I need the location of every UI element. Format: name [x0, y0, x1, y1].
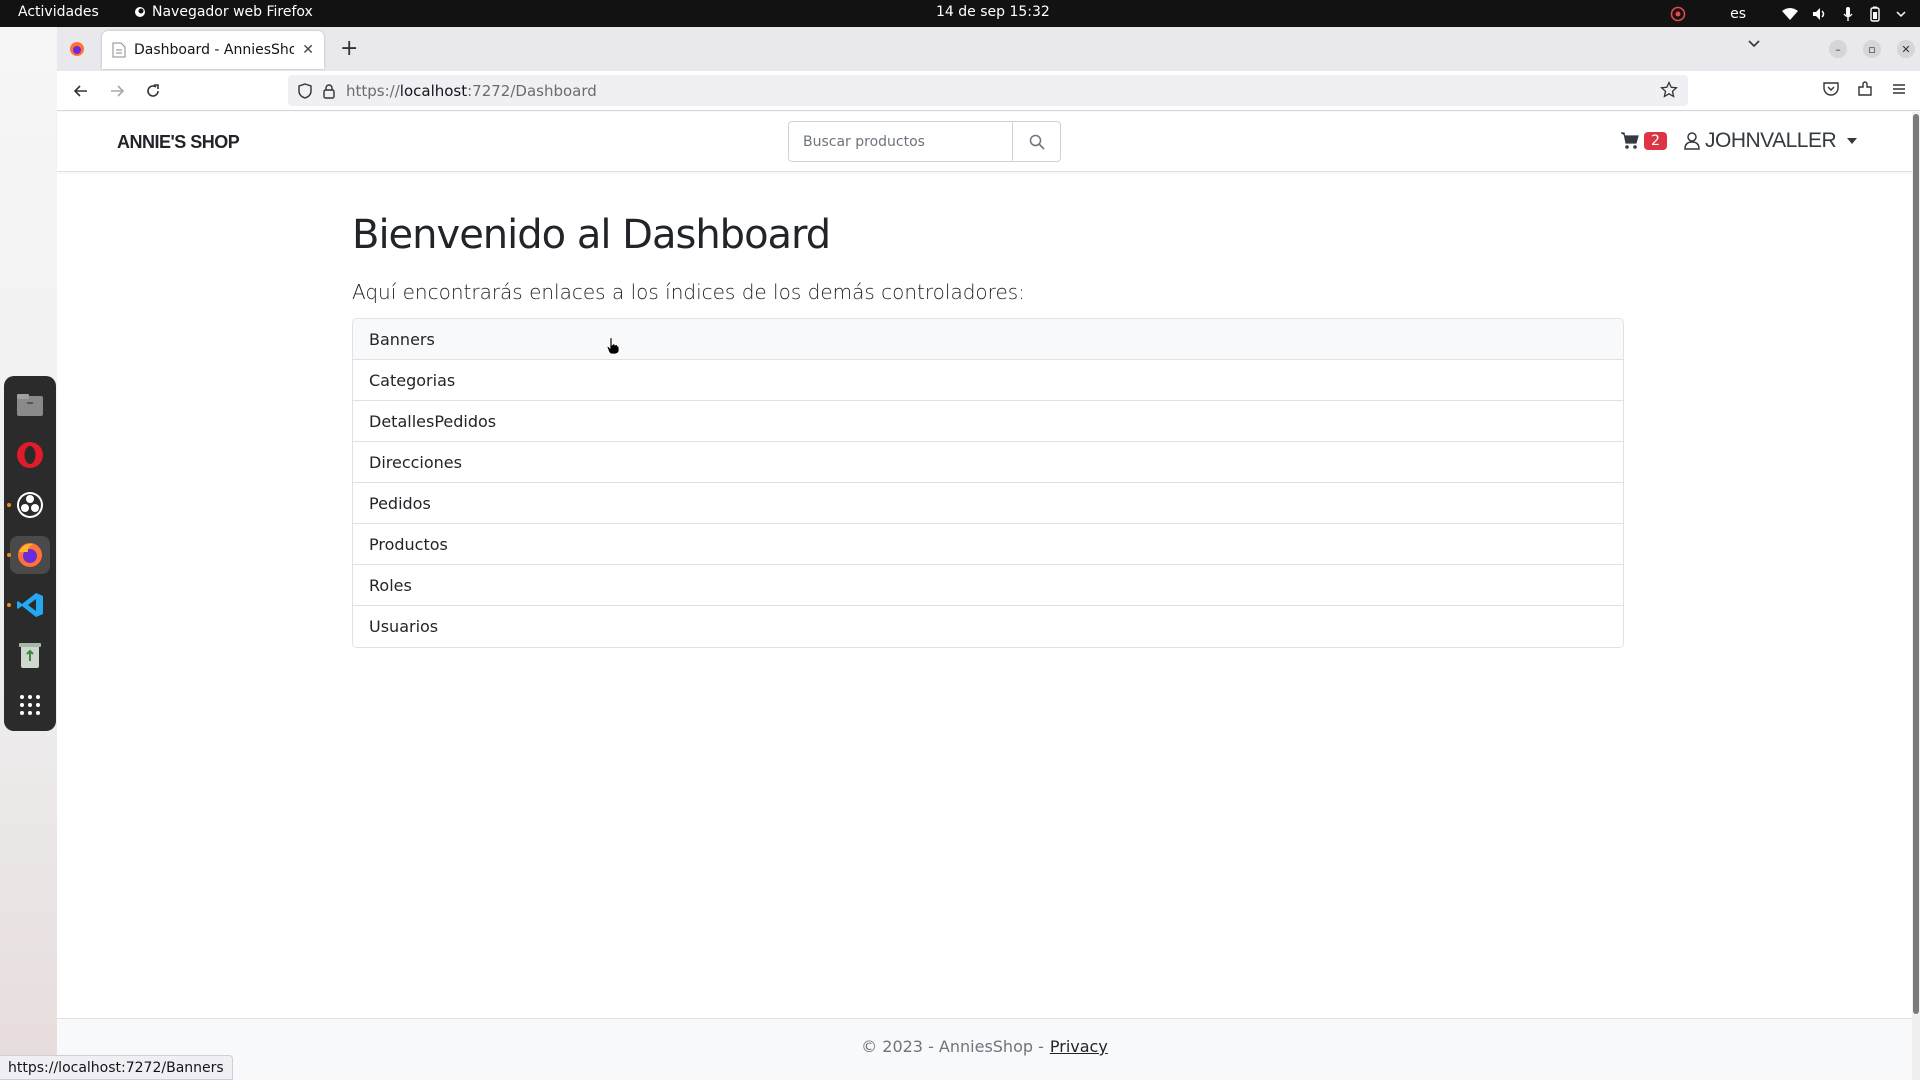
dock-firefox[interactable] [7, 536, 50, 574]
url-path: :7272/Dashboard [467, 81, 597, 100]
main-content: Bienvenido al Dashboard Aquí encontrarás… [352, 212, 1624, 648]
list-item-usuarios[interactable]: Usuarios [353, 606, 1623, 647]
tab-bar: Dashboard - AnniesShop ✕ + – ▫ ✕ [57, 27, 1920, 71]
new-tab-icon[interactable]: + [340, 36, 358, 61]
extensions-icon[interactable] [1856, 80, 1874, 98]
tab-list-chevron-icon[interactable] [1747, 37, 1761, 51]
site-footer: © 2023 - AnniesShop - Privacy [57, 1018, 1912, 1080]
tab-close-icon[interactable]: ✕ [302, 42, 314, 58]
running-indicator [7, 553, 11, 557]
url-text: https://localhost:7272/Dashboard [346, 82, 597, 100]
pocket-icon[interactable] [1822, 80, 1840, 98]
app-menu[interactable]: Navegador web Firefox [134, 4, 313, 20]
dock [4, 376, 56, 731]
firefox-small-icon [135, 7, 145, 17]
reload-icon [147, 84, 159, 97]
app-menu-label: Navegador web Firefox [152, 4, 313, 20]
url-bar[interactable]: https://localhost:7272/Dashboard [288, 75, 1688, 106]
firefox-window: Dashboard - AnniesShop ✕ + – ▫ ✕ https:/… [57, 27, 1920, 1080]
power-menu-icon [1896, 10, 1906, 17]
volume-icon [1813, 7, 1825, 20]
link-status-bar: https://localhost:7272/Banners [0, 1055, 233, 1080]
list-item-banners[interactable]: Banners [353, 319, 1623, 360]
screen-record-icon [1670, 6, 1686, 21]
page-title: Bienvenido al Dashboard [352, 212, 831, 258]
dock-vscode[interactable] [7, 586, 50, 624]
toolbar-right-icons [1822, 80, 1908, 98]
search-button[interactable] [1012, 121, 1061, 162]
page-lead: Aquí encontrarás enlaces a los índices d… [352, 280, 1025, 304]
close-window-button[interactable]: ✕ [1897, 40, 1915, 58]
running-indicator [7, 503, 11, 507]
user-icon [1684, 132, 1700, 150]
opera-icon [17, 442, 43, 468]
cart-count-badge: 2 [1644, 132, 1667, 150]
site-navbar: ANNIE'S SHOP 2 JOHNVALLER [57, 112, 1912, 172]
battery-icon [1870, 6, 1880, 22]
firefox-view-icon[interactable] [69, 41, 85, 57]
tab-title: Dashboard - AnniesShop [134, 42, 295, 58]
list-item-pedidos[interactable]: Pedidos [353, 483, 1623, 524]
page-icon [112, 42, 126, 58]
vscode-icon [17, 593, 43, 617]
list-item-roles[interactable]: Roles [353, 565, 1623, 606]
trash-icon [19, 643, 41, 668]
footer-copyright: © 2023 - AnniesShop - [861, 1037, 1044, 1056]
microphone-icon [1843, 6, 1853, 21]
dock-obs[interactable] [7, 486, 50, 524]
list-item-productos[interactable]: Productos [353, 524, 1623, 565]
hand-cursor-icon [606, 337, 620, 355]
gnome-top-bar: Actividades Navegador web Firefox 14 de … [0, 0, 1920, 27]
dock-show-apps[interactable] [10, 686, 50, 724]
clock[interactable]: 14 de sep 15:32 [936, 4, 1050, 20]
back-button[interactable] [70, 80, 92, 102]
minimize-button[interactable]: – [1829, 40, 1847, 58]
site-brand[interactable]: ANNIE'S SHOP [117, 132, 240, 153]
app-grid-icon [20, 695, 40, 715]
list-item-categorias[interactable]: Categorias [353, 360, 1623, 401]
search-form [788, 121, 1061, 162]
dock-files[interactable] [10, 386, 50, 424]
forward-arrow-icon [111, 85, 125, 97]
forward-button[interactable] [106, 80, 128, 102]
back-arrow-icon [73, 85, 87, 97]
language-indicator[interactable]: es [1730, 6, 1746, 22]
shopping-cart-icon [1621, 132, 1639, 149]
page-viewport: ANNIE'S SHOP 2 JOHNVALLER Bienvenido al … [57, 112, 1920, 1080]
obs-studio-icon [17, 492, 43, 518]
system-tray[interactable]: es [1670, 0, 1906, 27]
page-scrollbar[interactable] [1912, 112, 1920, 1080]
firefox-icon [18, 543, 42, 567]
wifi-icon [1782, 7, 1798, 20]
tracking-shield-icon[interactable] [298, 82, 312, 99]
running-indicator [7, 603, 11, 607]
files-icon [17, 394, 43, 416]
browser-toolbar: https://localhost:7272/Dashboard [57, 71, 1920, 111]
user-name: JOHNVALLER [1705, 129, 1837, 152]
scrollbar-thumb[interactable] [1913, 114, 1919, 1014]
activities-button[interactable]: Actividades [18, 4, 99, 20]
cart-link[interactable]: 2 [1620, 132, 1667, 150]
bookmark-star-icon[interactable] [1660, 81, 1678, 99]
url-prefix: https:// [346, 81, 400, 100]
search-input[interactable] [788, 121, 1012, 162]
list-item-detallespedidos[interactable]: DetallesPedidos [353, 401, 1623, 442]
dock-opera[interactable] [10, 436, 50, 474]
user-dropdown[interactable]: JOHNVALLER [1684, 129, 1858, 153]
list-item-direcciones[interactable]: Direcciones [353, 442, 1623, 483]
controller-links-list: Banners Categorias DetallesPedidos Direc… [352, 318, 1624, 648]
reload-button[interactable] [142, 80, 164, 102]
dock-trash[interactable] [10, 636, 50, 674]
tab-dashboard[interactable]: Dashboard - AnniesShop ✕ [102, 31, 324, 69]
lock-icon[interactable] [322, 83, 336, 99]
privacy-link[interactable]: Privacy [1050, 1037, 1108, 1056]
hamburger-menu-icon[interactable] [1890, 80, 1908, 98]
search-icon [1029, 134, 1045, 150]
maximize-button[interactable]: ▫ [1863, 40, 1881, 58]
dropdown-caret-icon [1847, 138, 1858, 144]
url-host: localhost [399, 81, 468, 100]
